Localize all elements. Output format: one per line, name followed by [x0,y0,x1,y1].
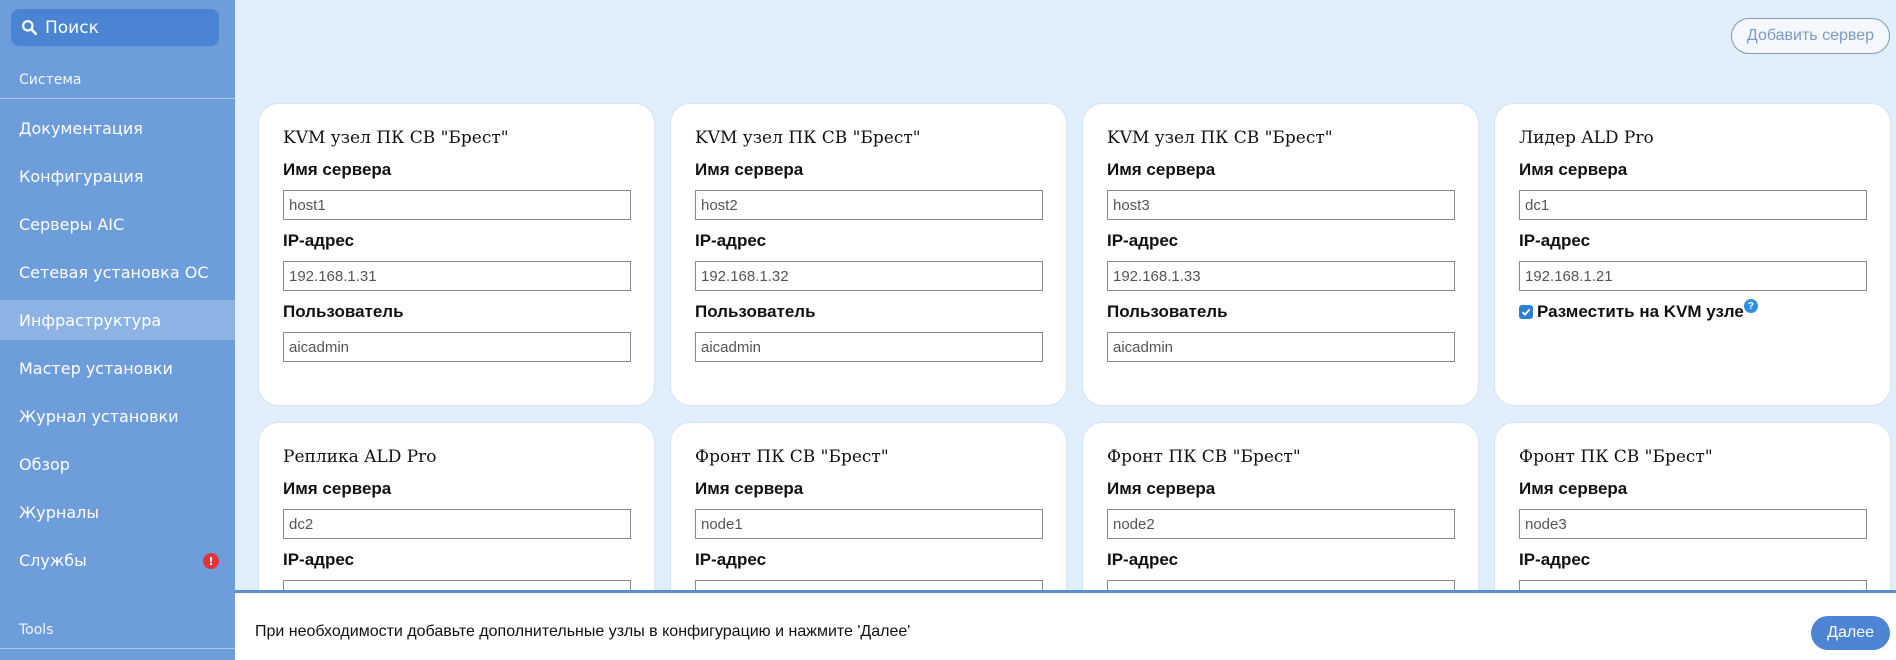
divider [0,98,235,99]
help-icon[interactable]: ? [1743,299,1758,313]
sidebar-item-label: Документация [19,118,143,138]
search-label: Поиск [45,17,99,38]
server-name-label: Имя сервера [283,479,392,498]
ip-label: IP-адрес [695,231,767,250]
sidebar-item-label: Конфигурация [19,166,144,186]
ip-input[interactable]: 192.168.1.31 [283,261,631,291]
server-name-input[interactable]: dc1 [1519,190,1867,220]
sidebar-item-label: Инфраструктура [19,310,162,330]
footer-bar: При необходимости добавьте дополнительны… [235,590,1896,660]
section-label-tools: Tools [19,622,54,638]
user-input[interactable]: aicadmin [1107,332,1455,362]
user-label: Пользователь [695,302,816,321]
user-label: Пользователь [283,302,404,321]
card-title: Фронт ПК СВ "Брест" [695,447,889,467]
place-on-kvm-row: Разместить на KVM узле ? [1519,299,1866,322]
server-card: Лидер ALD Pro Имя сервера dc1 IP-адрес 1… [1494,103,1891,406]
server-name-input[interactable]: node1 [695,509,1043,539]
server-name-input[interactable]: host2 [695,190,1043,220]
next-button[interactable]: Далее [1811,616,1890,650]
card-title: Реплика ALD Pro [283,447,437,467]
sidebar-item-label: Сетевая установка ОС [19,262,209,282]
server-card: KVM узел ПК СВ "Брест" Имя сервера host3… [1082,103,1479,406]
user-input[interactable]: aicadmin [283,332,631,362]
ip-label: IP-адрес [1107,550,1179,569]
card-title: Лидер ALD Pro [1519,128,1654,148]
sidebar-item-aic-servers[interactable]: Серверы AIC [0,204,235,244]
ip-label: IP-адрес [1107,231,1179,250]
card-title: KVM узел ПК СВ "Брест" [1107,128,1333,148]
sidebar-item-infrastructure[interactable]: Инфраструктура [0,300,235,340]
sidebar-item-install-log[interactable]: Журнал установки [0,396,235,436]
sidebar-item-label: Службы [19,550,87,570]
sidebar-item-label: Обзор [19,454,70,474]
server-name-label: Имя сервера [1107,160,1216,179]
server-name-input[interactable]: node3 [1519,509,1867,539]
card-title: Фронт ПК СВ "Брест" [1519,447,1713,467]
sidebar-item-logs[interactable]: Журналы [0,492,235,532]
user-label: Пользователь [1107,302,1228,321]
sidebar-item-label: Журналы [19,502,99,522]
ip-input[interactable]: 192.168.1.33 [1107,261,1455,291]
check-icon [1521,308,1531,316]
server-name-label: Имя сервера [283,160,392,179]
server-name-label: Имя сервера [695,479,804,498]
ip-input[interactable]: 192.168.1.32 [695,261,1043,291]
sidebar-item-services[interactable]: Службы ! [0,540,235,580]
sidebar-item-documentation[interactable]: Документация [0,108,235,148]
sidebar-item-overview[interactable]: Обзор [0,444,235,484]
search-icon [22,20,38,36]
sidebar-item-configuration[interactable]: Конфигурация [0,156,235,196]
server-name-input[interactable]: host3 [1107,190,1455,220]
user-input[interactable]: aicadmin [695,332,1043,362]
sidebar-item-install-wizard[interactable]: Мастер установки [0,348,235,388]
sidebar-item-label: Журнал установки [19,406,179,426]
server-name-input[interactable]: node2 [1107,509,1455,539]
divider [0,648,235,649]
server-name-input[interactable]: dc2 [283,509,631,539]
sidebar-item-network-os-install[interactable]: Сетевая установка ОС [0,252,235,292]
ip-label: IP-адрес [283,550,355,569]
ip-label: IP-адрес [283,231,355,250]
ip-label: IP-адрес [1519,231,1591,250]
server-name-label: Имя сервера [1107,479,1216,498]
server-name-input[interactable]: host1 [283,190,631,220]
ip-label: IP-адрес [1519,550,1591,569]
sidebar: Поиск Система Документация Конфигурация … [0,0,235,660]
search-box[interactable]: Поиск [11,9,219,46]
place-on-kvm-checkbox[interactable] [1519,305,1533,319]
card-title: Фронт ПК СВ "Брест" [1107,447,1301,467]
footer-message: При необходимости добавьте дополнительны… [255,623,911,640]
server-name-label: Имя сервера [1519,479,1628,498]
section-label-system: Система [19,72,82,88]
ip-input[interactable]: 192.168.1.21 [1519,261,1867,291]
server-card: KVM узел ПК СВ "Брест" Имя сервера host2… [670,103,1067,406]
card-title: KVM узел ПК СВ "Брест" [695,128,921,148]
ip-label: IP-адрес [695,550,767,569]
sidebar-item-label: Серверы AIC [19,214,125,234]
sidebar-item-label: Мастер установки [19,358,173,378]
card-title: KVM узел ПК СВ "Брест" [283,128,509,148]
server-name-label: Имя сервера [1519,160,1628,179]
add-server-button[interactable]: Добавить сервер [1730,18,1890,54]
place-on-kvm-label: Разместить на KVM узле [1537,302,1744,321]
server-card: KVM узел ПК СВ "Брест" Имя сервера host1… [258,103,655,406]
alert-badge-icon: ! [203,553,219,569]
server-name-label: Имя сервера [695,160,804,179]
